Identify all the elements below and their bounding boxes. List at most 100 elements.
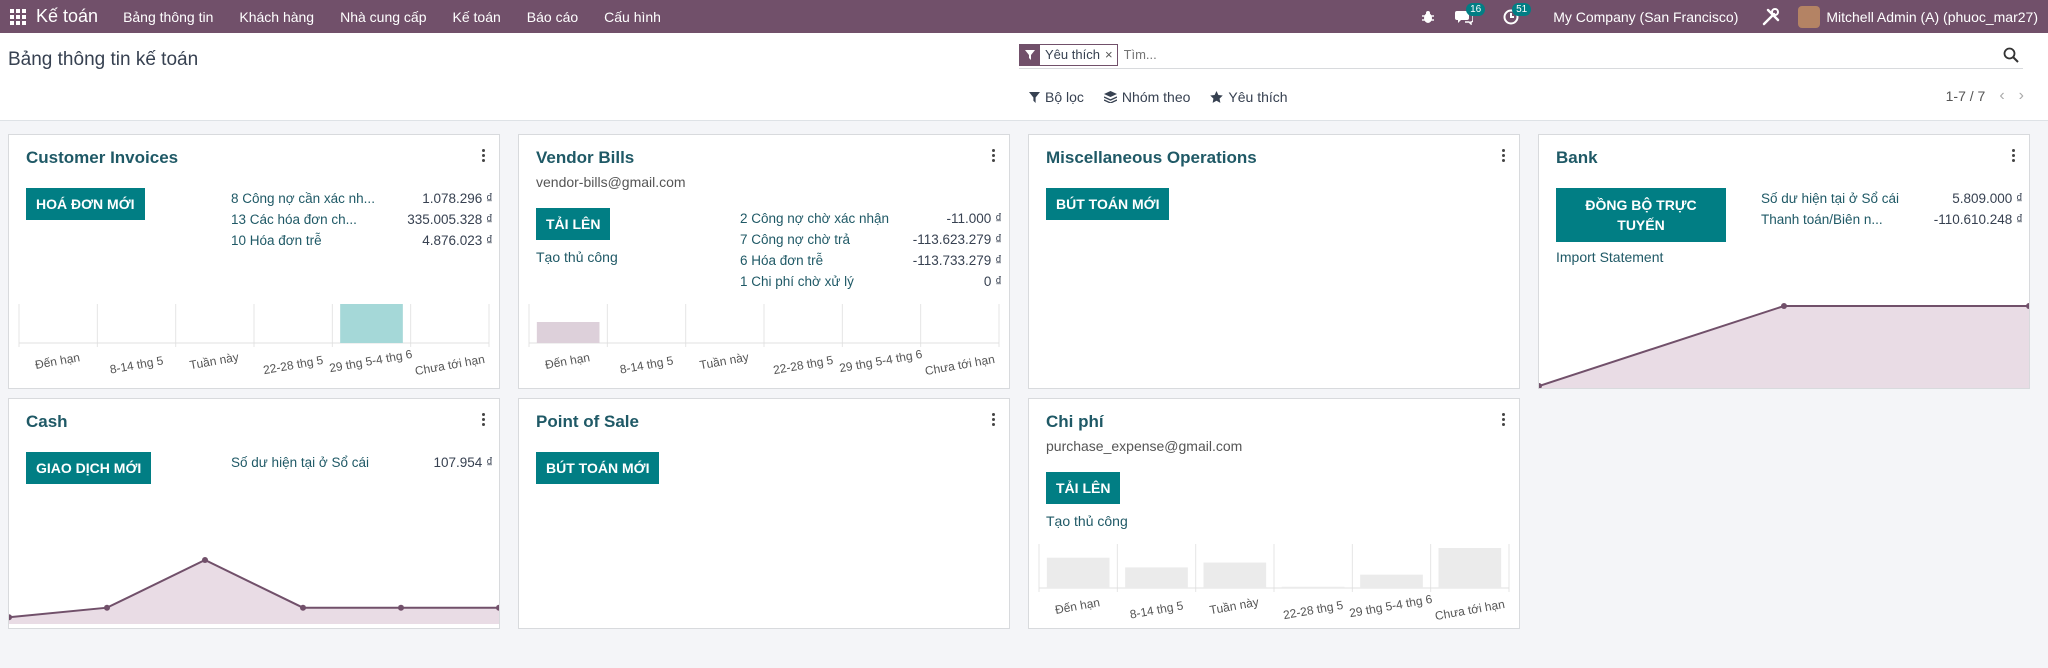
card-title[interactable]: Point of Sale xyxy=(536,412,639,432)
tick-label: Tuần này xyxy=(189,350,240,372)
bug-icon[interactable] xyxy=(1411,0,1445,33)
card-misc-operations: Miscellaneous Operations BÚT TOÁN MỚI xyxy=(1028,134,1520,389)
online-sync-button[interactable]: ĐỒNG BỘ TRỰC TUYẾN xyxy=(1556,188,1726,242)
card-title[interactable]: Cash xyxy=(26,412,68,432)
layers-icon xyxy=(1103,91,1117,103)
data-point xyxy=(1781,303,1787,309)
invoices-aging-chart[interactable]: Đến hạn 8-14 thg 5 Tuần này 22-28 thg 5 29 t… xyxy=(9,298,499,388)
card-title[interactable]: Miscellaneous Operations xyxy=(1046,148,1257,168)
cash-balance-chart[interactable] xyxy=(9,538,499,628)
bills-aging-chart[interactable]: Đến hạn 8-14 thg 5 Tuần này 22-28 thg 5 29 t… xyxy=(519,298,1009,388)
filters-button[interactable]: Bộ lọc xyxy=(1029,89,1084,105)
create-manually-link[interactable]: Tạo thủ công xyxy=(1046,513,1128,529)
tick-label: Chưa tới hạn xyxy=(924,352,996,378)
new-invoice-button[interactable]: HOÁ ĐƠN MỚI xyxy=(26,188,145,220)
stat-row[interactable]: Số dư hiện tại ở Sổ cái 107.954 ₫ xyxy=(231,452,493,473)
data-point xyxy=(398,604,404,611)
search-input[interactable] xyxy=(1123,47,1999,62)
bill-stats: 2 Công nợ chờ xác nhận -11.000 ₫ 7 Công n… xyxy=(740,208,1002,292)
company-switcher[interactable]: My Company (San Francisco) xyxy=(1539,9,1752,25)
pager: 1-7 / 7 ‹ › xyxy=(1946,87,2024,105)
tick-label: Đến hạn xyxy=(1054,595,1101,617)
bar xyxy=(1125,567,1188,588)
new-transaction-button[interactable]: GIAO DỊCH MỚI xyxy=(26,452,152,484)
menu-customers[interactable]: Khách hàng xyxy=(226,0,327,33)
card-title[interactable]: Chi phí xyxy=(1046,412,1104,432)
upload-button[interactable]: TẢI LÊN xyxy=(536,208,611,240)
pager-value[interactable]: 1-7 / 7 xyxy=(1946,88,1986,104)
stat-row[interactable]: Thanh toán/Biên n... -110.610.248 ₫ xyxy=(1761,209,2023,230)
user-avatar[interactable] xyxy=(1798,5,1821,28)
tick-label: 22-28 thg 5 xyxy=(1282,598,1345,622)
pager-next-icon[interactable]: › xyxy=(2019,87,2024,105)
card-vendor-bills: Vendor Bills vendor-bills@gmail.com TẢI … xyxy=(518,134,1010,389)
data-point xyxy=(202,557,208,563)
tick-label: 8-14 thg 5 xyxy=(619,353,675,376)
tick-label: Chưa tới hạn xyxy=(414,352,486,378)
stat-row[interactable]: 13 Các hóa đơn ch... 335.005.328 ₫ xyxy=(231,209,493,230)
control-panel: Bảng thông tin kế toán Yêu thích × Bộ lọ… xyxy=(0,33,2048,121)
search-panel-toggles: Bộ lọc Nhóm theo Yêu thích xyxy=(1029,89,1308,105)
groupby-label: Nhóm theo xyxy=(1121,89,1191,105)
menu-reporting[interactable]: Báo cáo xyxy=(514,0,591,33)
menu-dashboard[interactable]: Bảng thông tin xyxy=(110,0,226,33)
card-cash: Cash GIAO DỊCH MỚI Số dư hiện tại ở Sổ c… xyxy=(8,398,500,629)
search-box[interactable]: Yêu thích × xyxy=(1019,41,2023,69)
card-expenses: Chi phí purchase_expense@gmail.com TẢI L… xyxy=(1028,398,1520,629)
tools-icon[interactable] xyxy=(1752,0,1790,33)
menu-configuration[interactable]: Cấu hình xyxy=(591,0,674,33)
stat-row[interactable]: 8 Công nợ cần xác nh... 1.078.296 ₫ xyxy=(231,188,493,209)
menu-accounting[interactable]: Kế toán xyxy=(440,0,514,33)
bar xyxy=(1281,586,1345,588)
menu-vendors[interactable]: Nhà cung cấp xyxy=(327,0,439,33)
area-fill xyxy=(1539,306,2029,388)
tick-label: 8-14 thg 5 xyxy=(109,353,165,376)
tick-label: Đến hạn xyxy=(34,350,81,372)
apps-menu-icon[interactable] xyxy=(0,0,36,33)
stat-row[interactable]: 10 Hóa đơn trễ 4.876.023 ₫ xyxy=(231,230,493,251)
stat-row[interactable]: 7 Công nợ chờ trả -113.623.279 ₫ xyxy=(740,229,1002,250)
card-menu-icon[interactable] xyxy=(482,413,485,426)
card-point-of-sale: Point of Sale BÚT TOÁN MỚI xyxy=(518,398,1010,629)
stat-row[interactable]: 6 Hóa đơn trễ -113.733.279 ₫ xyxy=(740,250,1002,271)
top-navbar: Kế toán Bảng thông tin Khách hàng Nhà cu… xyxy=(0,0,2048,33)
facet-close-icon[interactable]: × xyxy=(1105,45,1117,65)
card-menu-icon[interactable] xyxy=(992,413,995,426)
card-title[interactable]: Bank xyxy=(1556,148,1598,168)
stat-row[interactable]: Số dư hiện tại ở Sổ cái 5.809.000 ₫ xyxy=(1761,188,2023,209)
page-title: Bảng thông tin kế toán xyxy=(8,49,199,70)
bank-balance-chart[interactable] xyxy=(1539,298,2029,388)
favorites-button[interactable]: Yêu thích xyxy=(1210,89,1288,105)
create-manually-link[interactable]: Tạo thủ công xyxy=(536,249,618,265)
new-entry-button[interactable]: BÚT TOÁN MỚI xyxy=(536,452,660,484)
app-brand[interactable]: Kế toán xyxy=(36,6,110,27)
card-title[interactable]: Vendor Bills xyxy=(536,148,634,168)
groupby-button[interactable]: Nhóm theo xyxy=(1103,89,1191,105)
stat-row[interactable]: 2 Công nợ chờ xác nhận -11.000 ₫ xyxy=(740,208,1002,229)
user-menu[interactable]: Mitchell Admin (A) (phuoc_mar27) xyxy=(1826,9,2048,25)
search-icon[interactable] xyxy=(1999,43,2023,67)
activities-icon[interactable]: 51 xyxy=(1493,0,1532,33)
favorites-label: Yêu thích xyxy=(1228,89,1288,105)
upload-button[interactable]: TẢI LÊN xyxy=(1046,472,1121,504)
data-point xyxy=(300,604,306,611)
card-menu-icon[interactable] xyxy=(2012,149,2015,162)
card-menu-icon[interactable] xyxy=(1502,413,1505,426)
new-entry-button[interactable]: BÚT TOÁN MỚI xyxy=(1046,188,1170,220)
card-title[interactable]: Customer Invoices xyxy=(26,148,178,168)
stat-row[interactable]: 1 Chi phí chờ xử lý 0 ₫ xyxy=(740,271,1002,292)
card-menu-icon[interactable] xyxy=(482,149,485,162)
messages-icon[interactable]: 16 xyxy=(1445,0,1486,33)
card-customer-invoices: Customer Invoices HOÁ ĐƠN MỚI 8 Công nợ … xyxy=(8,134,500,389)
pager-prev-icon[interactable]: ‹ xyxy=(1999,87,2004,105)
bar xyxy=(1438,548,1502,588)
expenses-chart[interactable]: Đến hạn 8-14 thg 5 Tuần này 22-28 thg 5 29 t… xyxy=(1029,538,1519,628)
card-menu-icon[interactable] xyxy=(1502,149,1505,162)
activities-badge: 51 xyxy=(1512,3,1532,16)
card-menu-icon[interactable] xyxy=(992,149,995,162)
tick-label: Đến hạn xyxy=(544,350,591,372)
search-facet[interactable]: Yêu thích × xyxy=(1019,43,1118,66)
facet-label: Yêu thích xyxy=(1045,47,1100,62)
tick-label: Tuần này xyxy=(699,350,750,372)
import-statement-link[interactable]: Import Statement xyxy=(1556,249,1663,265)
